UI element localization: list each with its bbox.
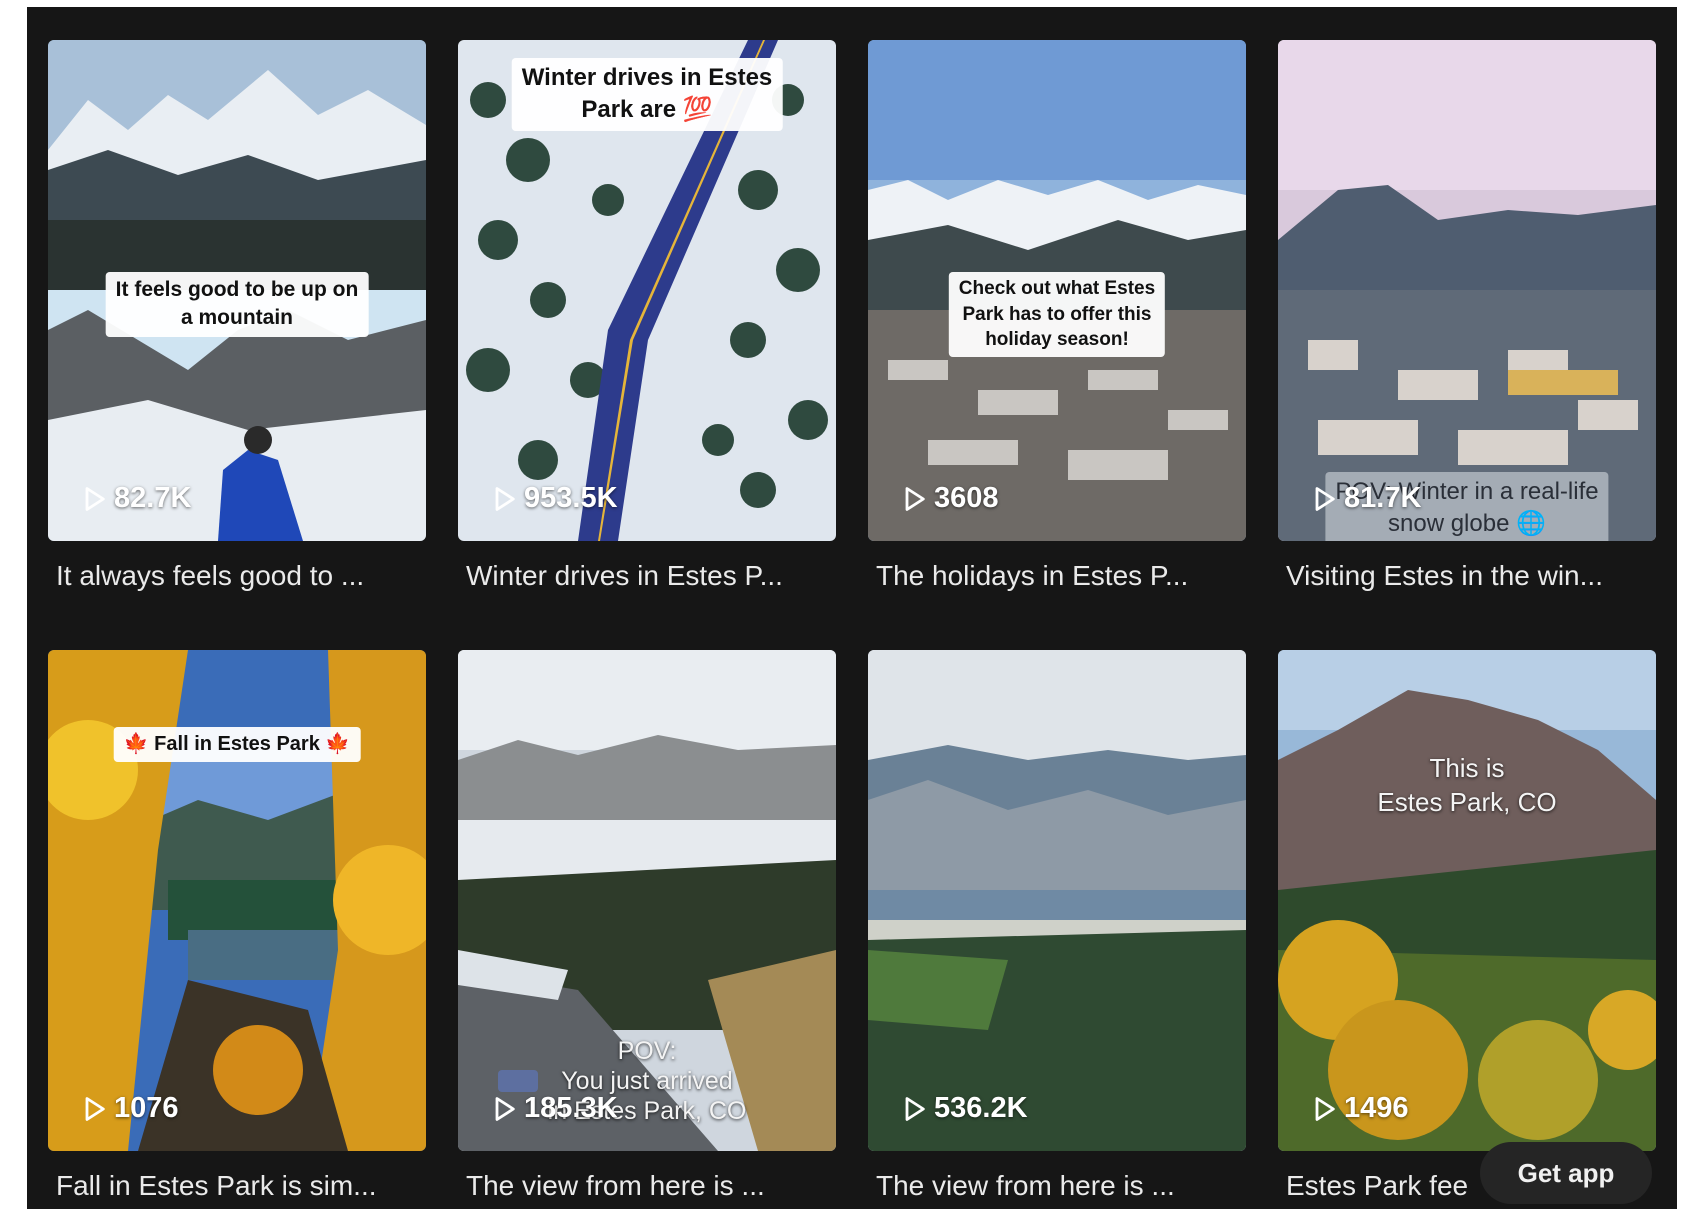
view-count: 185.3K <box>490 1092 618 1125</box>
play-outline-icon <box>85 1096 105 1121</box>
view-count: 81.7K <box>1310 482 1421 515</box>
video-thumbnail[interactable]: 🍁 Fall in Estes Park 🍁 1076 <box>48 650 426 1151</box>
video-thumbnail[interactable]: 536.2K <box>868 650 1246 1151</box>
view-count: 82.7K <box>80 482 191 515</box>
video-grid: It feels good to be up on a mountain 82.… <box>27 7 1677 1209</box>
play-outline-icon <box>905 1096 925 1121</box>
video-thumbnail[interactable]: Winter drives in Estes Park are 💯 953.5K <box>458 40 836 541</box>
video-caption[interactable]: Visiting Estes in the win... <box>1286 560 1656 592</box>
play-outline-icon <box>495 1096 515 1121</box>
view-count-value: 185.3K <box>524 1092 618 1124</box>
thumbnail-overlay-text: It feels good to be up on a mountain <box>105 272 369 337</box>
thumbnail-image <box>868 650 1246 1151</box>
play-outline-icon <box>1315 486 1335 511</box>
thumbnail-overlay-text: Winter drives in Estes Park are 💯 <box>511 58 783 131</box>
view-count-value: 81.7K <box>1344 482 1422 514</box>
video-thumbnail[interactable]: Check out what Estes Park has to offer t… <box>868 40 1246 541</box>
play-outline-icon <box>495 486 515 511</box>
view-count: 3608 <box>900 482 999 515</box>
play-outline-icon <box>85 486 105 511</box>
thumbnail-overlay-text: This is Estes Park, CO <box>1377 753 1557 817</box>
video-caption[interactable]: The holidays in Estes P... <box>876 560 1246 592</box>
video-caption[interactable]: Winter drives in Estes P... <box>466 560 836 592</box>
thumbnail-overlay-text: 🍁 Fall in Estes Park 🍁 <box>113 727 361 762</box>
play-outline-icon <box>905 486 925 511</box>
view-count: 1076 <box>80 1092 179 1125</box>
view-count-value: 82.7K <box>114 482 192 514</box>
video-thumbnail[interactable]: This is Estes Park, CO 1496 <box>1278 650 1656 1151</box>
view-count-value: 536.2K <box>934 1092 1028 1124</box>
video-thumbnail[interactable]: POV: You just arrived in Estes Park, CO … <box>458 650 836 1151</box>
video-thumbnail[interactable]: It feels good to be up on a mountain 82.… <box>48 40 426 541</box>
view-count-value: 3608 <box>934 482 999 514</box>
video-caption[interactable]: The view from here is ... <box>466 1170 836 1202</box>
thumbnail-image <box>1278 40 1656 541</box>
thumbnail-overlay-text: Check out what Estes Park has to offer t… <box>948 272 1166 357</box>
play-outline-icon <box>1315 1096 1335 1121</box>
view-count-value: 1076 <box>114 1092 179 1124</box>
view-count-value: 953.5K <box>524 482 618 514</box>
view-count: 953.5K <box>490 482 618 515</box>
thumbnail-image <box>1278 650 1656 1151</box>
get-app-button[interactable]: Get app <box>1480 1142 1652 1204</box>
video-caption[interactable]: It always feels good to ... <box>56 560 426 592</box>
view-count: 536.2K <box>900 1092 1028 1125</box>
thumbnail-image <box>48 650 426 1151</box>
view-count-value: 1496 <box>1344 1092 1409 1124</box>
video-caption[interactable]: Fall in Estes Park is sim... <box>56 1170 426 1202</box>
video-caption[interactable]: The view from here is ... <box>876 1170 1246 1202</box>
video-thumbnail[interactable]: POV: Winter in a real-life snow globe 🌐 … <box>1278 40 1656 541</box>
view-count: 1496 <box>1310 1092 1409 1125</box>
